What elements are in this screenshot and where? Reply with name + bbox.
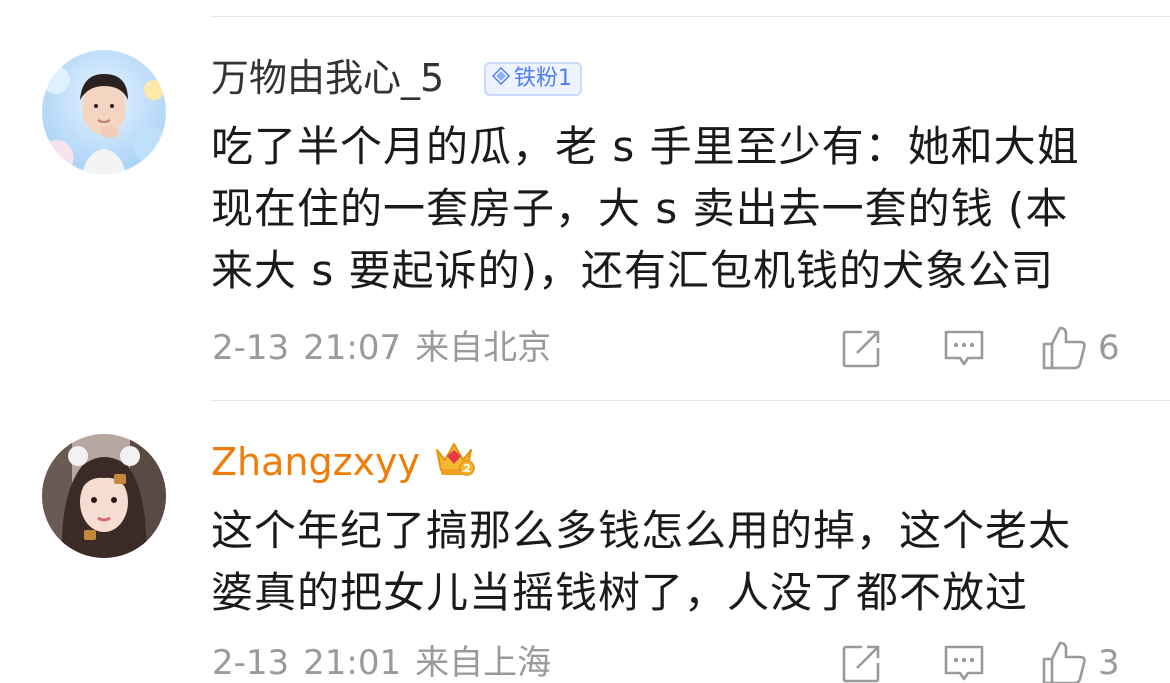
comment-location: 来自上海 — [415, 643, 552, 683]
comment-date: 2-13 — [212, 643, 290, 683]
fan-badge-label: 铁粉1 — [514, 66, 572, 91]
comment-text-line: 婆真的把女儿当摇钱树了，人没了都不放过 — [211, 568, 1029, 617]
comment-date: 2-13 — [212, 328, 290, 368]
comment-text-line: 现在住的一套房子，大 s 卖出去一套的钱 (本 — [211, 184, 1069, 233]
comment-meta: 2-13 21:01 来自上海 — [212, 641, 565, 683]
comment-text: 吃了半个月的瓜，老 s 手里至少有：她和大姐 现在住的一套房子，大 s 卖出去一… — [211, 116, 1131, 302]
comment-icon — [942, 328, 986, 370]
like-count: 3 — [1098, 643, 1120, 683]
avatar[interactable] — [42, 50, 166, 174]
share-button[interactable] — [840, 328, 882, 370]
comment-list: 万物由我心_5 铁粉1 吃了半个月的瓜，老 s 手里至少有：她和大姐 现在住的一… — [0, 0, 1170, 683]
avatar[interactable] — [42, 434, 166, 558]
comment-button[interactable] — [942, 328, 986, 370]
username[interactable]: Zhangzxyy — [211, 438, 420, 486]
fan-badge[interactable]: 铁粉1 — [484, 62, 582, 96]
comment-time: 21:07 — [303, 328, 402, 368]
comment-button[interactable] — [942, 643, 986, 683]
comment-meta: 2-13 21:07 来自北京 — [212, 326, 565, 370]
share-icon — [840, 328, 882, 370]
share-button[interactable] — [840, 643, 882, 683]
username[interactable]: 万物由我心_5 — [211, 54, 444, 102]
comment-divider — [210, 400, 1170, 401]
comment-text-line: 来大 s 要起诉的)，还有汇包机钱的犬象公司 — [211, 246, 1054, 295]
like-count: 6 — [1098, 328, 1120, 368]
comment-text: 这个年纪了搞那么多钱怎么用的掉，这个老太 婆真的把女儿当摇钱树了，人没了都不放过 — [211, 500, 1131, 624]
like-icon — [1040, 639, 1088, 683]
comment-icon — [942, 643, 986, 683]
share-icon — [840, 643, 882, 683]
diamond-icon — [491, 62, 511, 96]
like-icon — [1040, 324, 1088, 372]
top-divider — [210, 16, 1170, 17]
comment-location: 来自北京 — [415, 328, 552, 368]
like-button[interactable]: 6 — [1040, 324, 1120, 372]
like-button[interactable]: 3 — [1040, 639, 1120, 683]
comment-text-line: 这个年纪了搞那么多钱怎么用的掉，这个老太 — [211, 506, 1072, 555]
comment-time: 21:01 — [303, 643, 402, 683]
crown-icon[interactable] — [433, 436, 475, 482]
comment-text-line: 吃了半个月的瓜，老 s 手里至少有：她和大姐 — [211, 122, 1080, 171]
